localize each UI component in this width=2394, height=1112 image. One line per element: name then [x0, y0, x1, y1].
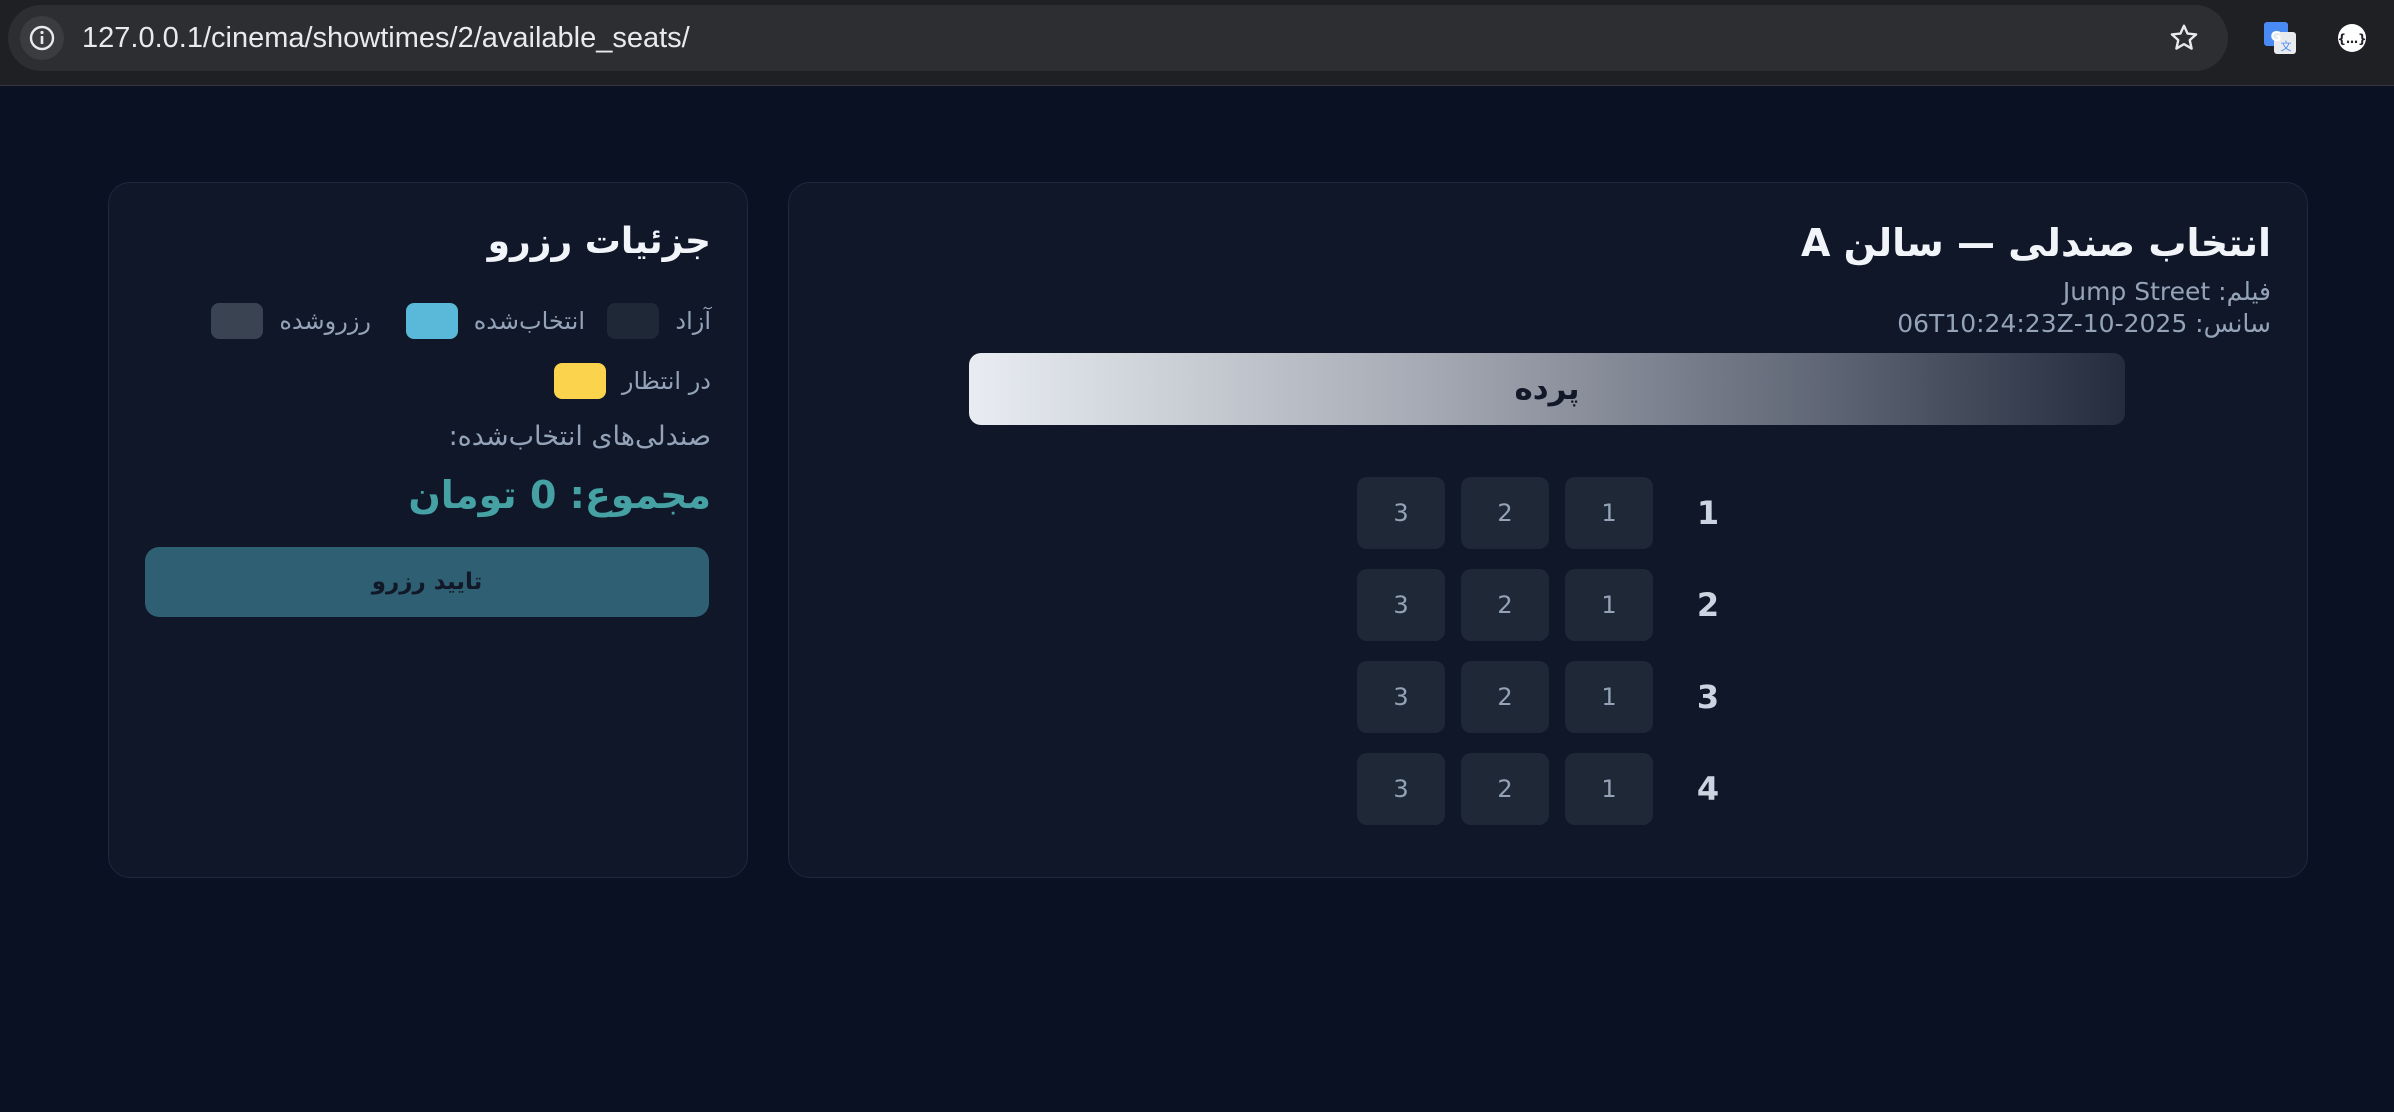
row-label: 2	[1696, 586, 1720, 624]
info-icon[interactable]	[20, 16, 64, 60]
seat[interactable]: 2	[1461, 661, 1549, 733]
google-translate-icon[interactable]: G 文	[2262, 20, 2298, 56]
seat[interactable]: 1	[1565, 661, 1653, 733]
swatch-pending	[553, 363, 606, 399]
seat[interactable]: 3	[1357, 661, 1445, 733]
seat[interactable]: 3	[1357, 569, 1445, 641]
movie-info: فیلم: Jump Street	[2062, 277, 2271, 306]
seat-selection-panel: انتخاب صندلی — سالن A فیلم: Jump Street …	[788, 182, 2308, 878]
booking-details-panel: جزئیات رزرو آزاد انتخاب‌شده رزروشده در ا…	[108, 182, 748, 878]
extension-icon[interactable]: {…}	[2336, 22, 2368, 54]
legend-label: رزروشده	[279, 307, 371, 335]
confirm-booking-button[interactable]: تایید رزرو	[145, 547, 709, 617]
seat[interactable]: 1	[1565, 477, 1653, 549]
address-bar[interactable]: 127.0.0.1/cinema/showtimes/2/available_s…	[8, 5, 2228, 71]
seat-row: 1 1 2 3	[789, 477, 2307, 549]
legend-reserved: رزروشده	[211, 303, 371, 339]
legend-label: آزاد	[675, 307, 711, 335]
seat[interactable]: 2	[1461, 569, 1549, 641]
legend-selected: انتخاب‌شده	[405, 303, 585, 339]
row-label: 4	[1696, 770, 1720, 808]
selected-seats-label: صندلی‌های انتخاب‌شده:	[448, 421, 711, 452]
cinema-screen: پرده	[969, 353, 2125, 425]
star-icon[interactable]	[2166, 20, 2202, 56]
swatch-reserved	[211, 303, 264, 339]
legend-free: آزاد	[607, 303, 711, 339]
page-title: انتخاب صندلی — سالن A	[1801, 221, 2271, 265]
browser-toolbar: 127.0.0.1/cinema/showtimes/2/available_s…	[0, 0, 2394, 86]
showtime-info: سانس: 2025-10-06T10:24:23Z	[1897, 309, 2271, 338]
seat-row: 2 1 2 3	[789, 569, 2307, 641]
seat[interactable]: 2	[1461, 477, 1549, 549]
seat[interactable]: 1	[1565, 753, 1653, 825]
seat[interactable]: 3	[1357, 477, 1445, 549]
seat-row: 3 1 2 3	[789, 661, 2307, 733]
svg-text:{…}: {…}	[2337, 32, 2366, 46]
svg-text:文: 文	[2281, 39, 2292, 53]
details-title: جزئیات رزرو	[487, 221, 711, 262]
seat[interactable]: 3	[1357, 753, 1445, 825]
row-label: 3	[1696, 678, 1720, 716]
swatch-selected	[405, 303, 458, 339]
url-text[interactable]: 127.0.0.1/cinema/showtimes/2/available_s…	[82, 5, 690, 71]
total-price: مجموع: 0 تومان	[408, 473, 711, 517]
seat[interactable]: 2	[1461, 753, 1549, 825]
row-label: 1	[1696, 494, 1720, 532]
legend-label: انتخاب‌شده	[473, 307, 585, 335]
seat[interactable]: 1	[1565, 569, 1653, 641]
swatch-free	[607, 303, 660, 339]
seat-row: 4 1 2 3	[789, 753, 2307, 825]
legend-pending: در انتظار	[553, 363, 711, 399]
legend-label: در انتظار	[621, 367, 711, 395]
